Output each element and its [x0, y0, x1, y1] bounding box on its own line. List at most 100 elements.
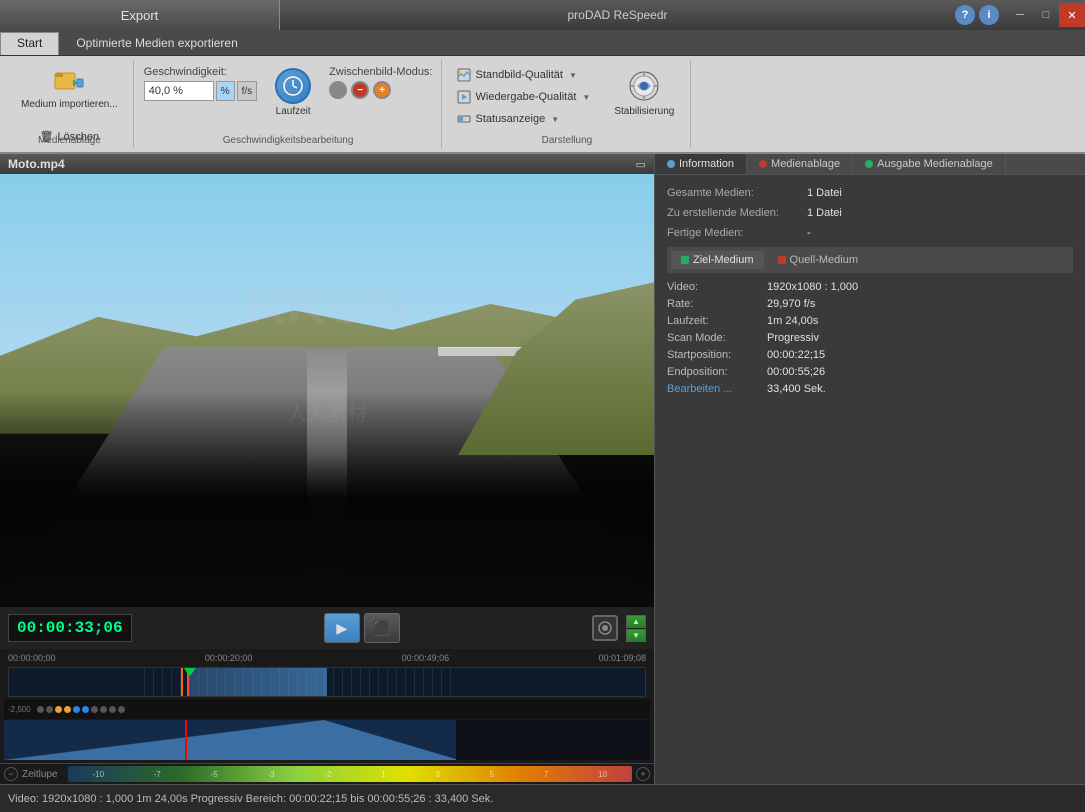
video-detail-value: 1920x1080 : 1,000 — [767, 281, 858, 293]
video-detail-label: Video: — [667, 281, 767, 293]
wiedergabe-arrow: ▼ — [582, 93, 590, 102]
wiedergabe-row[interactable]: Wiedergabe-Qualität ▼ — [452, 88, 595, 106]
quell-subtab-dot — [778, 256, 786, 264]
time-display: 00:00:33;06 — [8, 614, 132, 642]
export-tab-title: Export — [0, 0, 280, 30]
scale-mark-6: 3 — [435, 770, 439, 779]
stop-button[interactable]: ⬛ — [364, 613, 400, 643]
standbild-row[interactable]: Standbild-Qualität ▼ — [452, 66, 595, 84]
scale-mark-1: -7 — [154, 770, 161, 779]
video-minimize-icon[interactable]: ▭ — [636, 158, 646, 171]
dot-9 — [109, 706, 116, 713]
ziel-subtab-dot — [681, 256, 689, 264]
play-button[interactable]: ▶ — [324, 613, 360, 643]
standbild-label: Standbild-Qualität — [476, 69, 563, 81]
timeline-dots-row: -2,500 — [4, 699, 650, 719]
tab-medienablage[interactable]: Medienablage — [747, 154, 853, 174]
startpos-detail-value: 00:00:22;15 — [767, 349, 825, 361]
status-bar: Video: 1920x1080 : 1,000 1m 24,00s Progr… — [0, 784, 1085, 812]
info-tab-indicator — [667, 160, 675, 168]
scale-mark-0: -10 — [92, 770, 104, 779]
title-bar: Export proDAD ReSpeedr ? i ─ □ ✕ — [0, 0, 1085, 30]
detail-row-laufzeit: Laufzeit: 1m 24,00s — [667, 315, 1073, 327]
zwischenbild-group: Zwischenbild-Modus: − + — [329, 66, 432, 99]
app-title-text: proDAD ReSpeedr — [567, 8, 667, 22]
erstellen-value: 1 Datei — [807, 207, 842, 219]
import-icon — [53, 65, 85, 97]
control-buttons: ▶ ⬛ — [140, 613, 584, 643]
minimize-button[interactable]: ─ — [1007, 3, 1033, 27]
detail-row-scan: Scan Mode: Progressiv — [667, 332, 1073, 344]
rate-detail-value: 29,970 f/s — [767, 298, 815, 310]
medienablage-label: Medienablage — [6, 135, 133, 146]
tab-ausgabe[interactable]: Ausgabe Medienablage — [853, 154, 1006, 174]
video-scene: RRCG 人人素材 — [0, 174, 654, 607]
dot-1 — [37, 706, 44, 713]
moto-dark — [0, 455, 654, 607]
zwischen-buttons: − + — [329, 81, 432, 99]
scale-mark-2: -5 — [211, 770, 218, 779]
speed-scale-neg: -2,500 — [8, 705, 31, 714]
darstellung-content: Standbild-Qualität ▼ Wiedergabe-Qualität… — [452, 62, 683, 146]
fertige-label: Fertige Medien: — [667, 227, 807, 239]
statusanzeige-arrow: ▼ — [551, 115, 559, 124]
zwischen-btn-2[interactable]: − — [351, 81, 369, 99]
info-subtabs: Ziel-Medium Quell-Medium — [667, 247, 1073, 273]
standbild-arrow: ▼ — [569, 71, 577, 80]
quell-subtab-label: Quell-Medium — [790, 254, 858, 266]
bearbeiten-link[interactable]: Bearbeiten ... — [667, 383, 767, 395]
video-panel: Moto.mp4 ▭ RRCG 人人素材 — [0, 154, 655, 784]
stabilisierung-button[interactable]: Stabilisierung — [606, 66, 682, 119]
maximize-button[interactable]: □ — [1033, 3, 1059, 27]
zeitlupe-label: Zeitlupe — [22, 769, 58, 780]
subtab-quell[interactable]: Quell-Medium — [768, 251, 868, 269]
detail-row-start: Startposition: 00:00:22;15 — [667, 349, 1073, 361]
status-text: Video: 1920x1080 : 1,000 1m 24,00s Progr… — [8, 793, 493, 805]
gesamte-value: 1 Datei — [807, 187, 842, 199]
zwischen-btn-1[interactable] — [329, 81, 347, 99]
ramp-marker — [181, 668, 183, 696]
zwischen-btn-3[interactable]: + — [373, 81, 391, 99]
scale-mark-3: -3 — [268, 770, 275, 779]
standbild-icon — [456, 67, 472, 83]
fps-unit-button[interactable]: f/s — [237, 81, 258, 101]
speed-input[interactable] — [144, 81, 214, 101]
info-button[interactable]: i — [979, 5, 999, 25]
statusanzeige-row[interactable]: Statusanzeige ▼ — [452, 110, 595, 128]
clock-icon — [281, 74, 305, 98]
nav-down-button[interactable]: ▼ — [626, 629, 646, 642]
timeline-mark-0: 00:00:00;00 — [8, 653, 56, 663]
tab-information[interactable]: Information — [655, 154, 747, 174]
zoom-out-icon[interactable]: − — [4, 767, 18, 781]
laufzeit-detail-label: Laufzeit: — [667, 315, 767, 327]
snap-button[interactable] — [592, 615, 618, 641]
video-title: Moto.mp4 — [8, 157, 65, 171]
timeline-track[interactable] — [8, 667, 646, 697]
startpos-detail-label: Startposition: — [667, 349, 767, 361]
window-controls: ─ □ ✕ — [1007, 3, 1085, 27]
timeline-mark-2: 00:00:49;06 — [402, 653, 450, 663]
tab-export[interactable]: Optimierte Medien exportieren — [59, 32, 254, 55]
import-button[interactable]: Medium importieren... — [14, 62, 125, 113]
scale-mark-8: 7 — [544, 770, 548, 779]
laufzeit-detail-value: 1m 24,00s — [767, 315, 818, 327]
ribbon-group-geschwindigkeit: Geschwindigkeit: % f/s — [136, 60, 442, 148]
nav-up-button[interactable]: ▲ — [626, 615, 646, 628]
help-button[interactable]: ? — [955, 5, 975, 25]
import-label: Medium importieren... — [21, 99, 118, 110]
ausgabe-tab-indicator — [865, 160, 873, 168]
speed-label: Geschwindigkeit: — [144, 66, 257, 78]
dot-5 — [73, 706, 80, 713]
geschwindigkeit-label: Geschwindigkeitsbearbeitung — [136, 135, 441, 146]
tab-start[interactable]: Start — [0, 32, 59, 55]
close-button[interactable]: ✕ — [1059, 3, 1085, 27]
nav-buttons: ▲ ▼ — [626, 615, 646, 642]
ausgabe-tab-label: Ausgabe Medienablage — [877, 158, 993, 170]
subtab-ziel[interactable]: Ziel-Medium — [671, 251, 764, 269]
laufzeit-button[interactable]: Laufzeit — [267, 66, 319, 119]
percent-unit-button[interactable]: % — [216, 81, 235, 101]
ziel-subtab-label: Ziel-Medium — [693, 254, 754, 266]
video-content: RRCG 人人素材 — [0, 174, 654, 607]
scale-mark-5: 1 — [381, 770, 385, 779]
zoom-in-icon[interactable]: + — [636, 767, 650, 781]
